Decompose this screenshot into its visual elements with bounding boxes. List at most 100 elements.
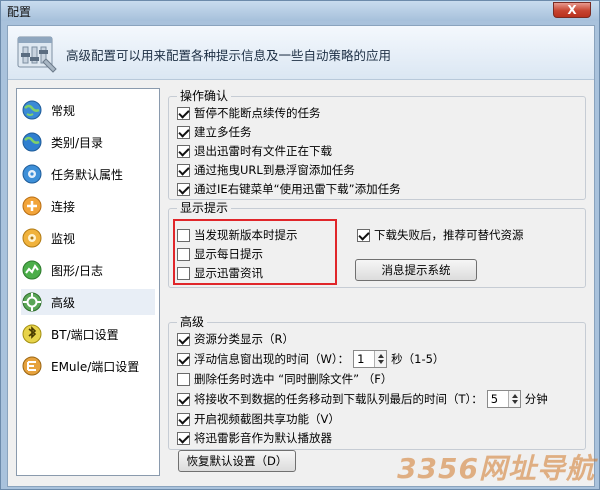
connection-icon xyxy=(22,196,42,216)
checkbox-label: 通过IE右键菜单“使用迅雷下载”添加任务 xyxy=(194,182,401,196)
group-title-advanced: 高级 xyxy=(177,315,208,329)
checkbox[interactable] xyxy=(177,431,190,445)
checkbox[interactable] xyxy=(177,106,190,120)
title-bar: 配置 X xyxy=(1,1,599,21)
check-row[interactable]: 通过IE右键菜单“使用迅雷下载”添加任务 xyxy=(177,181,401,197)
stepper-arrows[interactable] xyxy=(374,351,387,367)
arrow-up-icon[interactable] xyxy=(378,354,385,358)
checkbox[interactable] xyxy=(177,182,190,196)
nav-label-graph-log: 图形/日志 xyxy=(51,263,104,278)
checkbox[interactable] xyxy=(177,247,190,261)
group-display-tips: 显示提示 当发现新版本时提示 显示每日提示 显示迅雷资讯 下载失败后，推荐可替代… xyxy=(168,201,586,288)
emule-icon xyxy=(22,356,42,376)
nav-label-category: 类别/目录 xyxy=(51,135,104,150)
checkbox[interactable] xyxy=(177,412,190,426)
window-title: 配置 xyxy=(7,5,32,19)
checkbox-label: 浮动信息窗出现的时间（W）： xyxy=(194,352,350,366)
globe-icon xyxy=(22,132,42,152)
stepper-suffix: 分钟 xyxy=(524,392,548,406)
checkbox-label: 将迅雷影音作为默认播放器 xyxy=(194,431,332,445)
check-row[interactable]: 显示迅雷资讯 xyxy=(177,265,263,281)
nav-label-emule-port: EMule/端口设置 xyxy=(51,359,140,374)
group-title-display: 显示提示 xyxy=(177,201,232,215)
checkbox[interactable] xyxy=(177,266,190,280)
check-row[interactable]: 显示每日提示 xyxy=(177,246,263,262)
nav-item-task-defaults[interactable]: 任务默认属性 xyxy=(21,161,155,187)
check-row[interactable]: 退出迅雷时有文件正在下载 xyxy=(177,143,332,159)
header-banner: 高级配置可以用来配置各种提示信息及一些自动策略的应用 xyxy=(8,26,594,80)
checkbox-label: 当发现新版本时提示 xyxy=(194,228,298,242)
nav-item-monitor[interactable]: 监视 xyxy=(21,225,155,251)
check-row[interactable]: 建立多任务 xyxy=(177,124,252,140)
checkbox-label: 暂停不能断点续传的任务 xyxy=(194,106,321,120)
check-row-recommend[interactable]: 下载失败后，推荐可替代资源 xyxy=(357,227,524,243)
check-row[interactable]: 开启视频截图共享功能（V） xyxy=(177,411,340,427)
check-row[interactable]: 将接收不到数据的任务移动到下载队列最后的时间（T）： 5 分钟 xyxy=(177,389,548,409)
banner-description: 高级配置可以用来配置各种提示信息及一些自动策略的应用 xyxy=(66,48,392,63)
nav-item-connection[interactable]: 连接 xyxy=(21,193,155,219)
nav-label-general: 常规 xyxy=(51,103,76,118)
nav-item-graph-log[interactable]: 图形/日志 xyxy=(21,257,155,283)
nav-item-category[interactable]: 类别/目录 xyxy=(21,129,155,155)
checkbox-label: 通过拖曳URL到悬浮窗添加任务 xyxy=(194,163,355,177)
stepper-suffix: 秒（1-5） xyxy=(391,352,445,366)
close-icon: X xyxy=(567,3,577,17)
stepper-value: 5 xyxy=(490,392,499,406)
chart-icon xyxy=(22,260,42,280)
globe-icon xyxy=(22,100,42,120)
gear-icon xyxy=(22,164,42,184)
arrow-down-icon[interactable] xyxy=(511,400,518,404)
group-title-operation: 操作确认 xyxy=(177,89,232,103)
move-time-stepper[interactable]: 5 xyxy=(486,390,521,408)
checkbox-label: 退出迅雷时有文件正在下载 xyxy=(194,144,332,158)
check-row[interactable]: 暂停不能断点续传的任务 xyxy=(177,105,321,121)
checkbox-label: 开启视频截图共享功能（V） xyxy=(194,412,340,426)
group-operation-confirm: 操作确认 暂停不能断点续传的任务 建立多任务 退出迅雷时有文件正在下载 通过拖曳… xyxy=(168,89,586,200)
check-row[interactable]: 浮动信息窗出现的时间（W）： 1 秒（1-5） xyxy=(177,349,444,369)
nav-item-general[interactable]: 常规 xyxy=(21,97,155,123)
nav-item-bt-port[interactable]: BT/端口设置 xyxy=(21,321,155,347)
checkbox[interactable] xyxy=(177,352,190,366)
bt-icon xyxy=(22,324,42,344)
checkbox-label: 将接收不到数据的任务移动到下载队列最后的时间（T）： xyxy=(194,392,483,406)
settings-panel-icon xyxy=(17,36,57,73)
advanced-gear-icon xyxy=(22,292,42,312)
checkbox[interactable] xyxy=(177,332,190,346)
checkbox-label: 删除任务时选中 “同时删除文件” （F） xyxy=(194,372,393,386)
arrow-up-icon[interactable] xyxy=(511,394,518,398)
checkbox[interactable] xyxy=(177,144,190,158)
close-button[interactable]: X xyxy=(553,2,591,18)
check-row[interactable]: 资源分类显示（R） xyxy=(177,331,294,347)
settings-content: 操作确认 暂停不能断点续传的任务 建立多任务 退出迅雷时有文件正在下载 通过拖曳… xyxy=(168,88,588,480)
settings-nav: 常规 类别/目录 任务默认属性 连接 监视 图形/日志 高级 BT/端口设置 E… xyxy=(16,88,160,476)
checkbox[interactable] xyxy=(177,228,190,242)
check-row[interactable]: 通过拖曳URL到悬浮窗添加任务 xyxy=(177,162,355,178)
message-system-button[interactable]: 消息提示系统 xyxy=(355,259,477,281)
group-advanced: 高级 资源分类显示（R） 浮动信息窗出现的时间（W）： 1 秒（1-5） 删除任… xyxy=(168,315,586,450)
nav-item-emule-port[interactable]: EMule/端口设置 xyxy=(21,353,155,379)
nav-label-task-defaults: 任务默认属性 xyxy=(51,167,124,182)
checkbox[interactable] xyxy=(177,372,190,386)
checkbox-label: 下载失败后，推荐可替代资源 xyxy=(374,228,524,242)
stepper-arrows[interactable] xyxy=(507,391,520,407)
check-row[interactable]: 删除任务时选中 “同时删除文件” （F） xyxy=(177,371,392,387)
site-watermark: 3356网址导航 xyxy=(397,452,595,485)
client-area: 高级配置可以用来配置各种提示信息及一些自动策略的应用 常规 类别/目录 任务默认… xyxy=(7,25,595,487)
checkbox-label: 资源分类显示（R） xyxy=(194,332,294,346)
float-time-stepper[interactable]: 1 xyxy=(353,350,388,368)
nav-item-advanced[interactable]: 高级 xyxy=(21,289,155,315)
checkbox[interactable] xyxy=(177,163,190,177)
check-row[interactable]: 当发现新版本时提示 xyxy=(177,227,298,243)
checkbox[interactable] xyxy=(177,125,190,139)
check-row[interactable]: 将迅雷影音作为默认播放器 xyxy=(177,430,332,446)
restore-defaults-button[interactable]: 恢复默认设置（D） xyxy=(178,450,296,472)
checkbox[interactable] xyxy=(357,228,370,242)
checkbox-label: 建立多任务 xyxy=(194,125,252,139)
arrow-down-icon[interactable] xyxy=(378,360,385,364)
checkbox-label: 显示每日提示 xyxy=(194,247,263,261)
checkbox[interactable] xyxy=(177,392,190,406)
nav-label-bt-port: BT/端口设置 xyxy=(51,327,119,342)
monitor-icon xyxy=(22,228,42,248)
nav-label-connection: 连接 xyxy=(51,199,76,214)
checkbox-label: 显示迅雷资讯 xyxy=(194,266,263,280)
